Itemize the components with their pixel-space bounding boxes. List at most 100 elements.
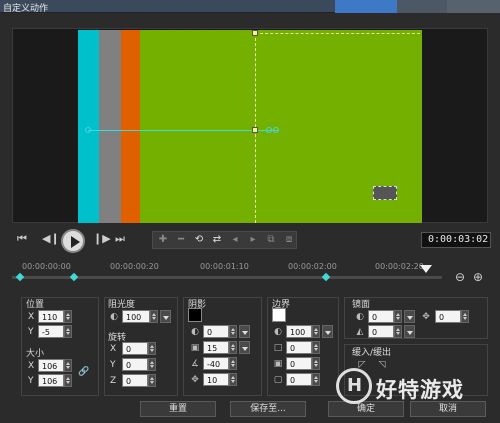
position-y-input[interactable]: -5 bbox=[38, 325, 64, 338]
border-corner-spinner[interactable] bbox=[312, 373, 320, 386]
shadow-angle-spinner[interactable] bbox=[229, 357, 237, 370]
position-y-label: Y bbox=[28, 327, 34, 337]
fade-out-icon[interactable]: ◹ bbox=[376, 359, 388, 371]
mirror-fade-dropdown[interactable] bbox=[404, 325, 415, 338]
timeline-label: 00:00:02:00 bbox=[288, 262, 337, 271]
playhead[interactable] bbox=[420, 265, 432, 273]
mirror-label: 镜面 bbox=[352, 300, 371, 310]
move-right-icon[interactable]: ▸ bbox=[245, 234, 261, 246]
border-blur-icon: ▣ bbox=[273, 359, 283, 369]
border-blur-input[interactable]: 0 bbox=[286, 357, 312, 370]
preview-canvas[interactable] bbox=[78, 30, 422, 223]
mirror-opacity-input[interactable]: 0 bbox=[368, 310, 394, 323]
rotation-y-label: Y bbox=[110, 360, 116, 370]
shadow-blur-input[interactable]: 15 bbox=[203, 341, 229, 354]
size-label: 大小 bbox=[26, 349, 45, 359]
border-opacity-dropdown[interactable] bbox=[322, 325, 333, 338]
overlay-object[interactable] bbox=[373, 186, 397, 200]
shadow-opacity-input[interactable]: 0 bbox=[203, 325, 229, 338]
play-button[interactable] bbox=[61, 229, 85, 253]
mirror-opacity-dropdown[interactable] bbox=[404, 310, 415, 323]
path-node[interactable] bbox=[85, 127, 91, 133]
shadow-color-swatch[interactable] bbox=[188, 308, 202, 322]
reset-button[interactable]: 重置 bbox=[140, 401, 216, 417]
shadow-blur-dropdown[interactable] bbox=[239, 341, 250, 354]
link-icon[interactable]: 🔗 bbox=[78, 366, 90, 378]
border-width-spinner[interactable] bbox=[312, 341, 320, 354]
opacity-input[interactable]: 100 bbox=[122, 310, 150, 323]
paste-icon[interactable]: ⧈ bbox=[281, 234, 297, 246]
position-label: 位置 bbox=[26, 300, 45, 310]
size-x-spinner[interactable] bbox=[64, 359, 72, 372]
motion-path bbox=[88, 130, 278, 131]
copy-icon[interactable]: ⧉ bbox=[263, 234, 279, 246]
rotation-y-input[interactable]: 0 bbox=[122, 358, 148, 371]
border-width-input[interactable]: 0 bbox=[286, 341, 312, 354]
selection-guide bbox=[255, 33, 420, 34]
opacity-dropdown[interactable] bbox=[160, 310, 171, 323]
rotation-z-input[interactable]: 0 bbox=[122, 374, 148, 387]
border-corner-input[interactable]: 0 bbox=[286, 373, 312, 386]
border-opacity-spinner[interactable] bbox=[312, 325, 320, 338]
shadow-blur-spinner[interactable] bbox=[229, 341, 237, 354]
remove-keyframe-icon[interactable]: ━ bbox=[173, 234, 189, 246]
opacity-spinner[interactable] bbox=[150, 310, 158, 323]
position-y-spinner[interactable] bbox=[64, 325, 72, 338]
mirror-distance-spinner[interactable] bbox=[461, 310, 469, 323]
zoom-out-icon[interactable]: ⊖ bbox=[455, 270, 465, 284]
rotation-x-input[interactable]: 0 bbox=[122, 342, 148, 355]
add-keyframe-icon[interactable]: ✚ bbox=[155, 234, 171, 246]
opacity-icon: ◐ bbox=[110, 312, 118, 322]
reverse-icon[interactable]: ⟲ bbox=[191, 234, 207, 246]
rotation-z-spinner[interactable] bbox=[148, 374, 156, 387]
next-frame-icon[interactable]: ❙▶ bbox=[93, 232, 111, 245]
shadow-distance-spinner[interactable] bbox=[229, 373, 237, 386]
timeline-label: 00:00:01:10 bbox=[200, 262, 249, 271]
background-tab bbox=[447, 0, 500, 13]
move-left-icon[interactable]: ◂ bbox=[227, 234, 243, 246]
watermark-text: 好特游戏 bbox=[376, 378, 464, 402]
title-bar: 自定义动作 bbox=[0, 0, 500, 14]
path-node[interactable] bbox=[273, 127, 279, 133]
mirror-opacity-spinner[interactable] bbox=[394, 310, 402, 323]
rotation-y-spinner[interactable] bbox=[148, 358, 156, 371]
color-bar-orange bbox=[121, 30, 140, 223]
corner-handle[interactable] bbox=[252, 30, 258, 36]
mirror-fade-spinner[interactable] bbox=[394, 325, 402, 338]
watermark-logo-letter: H bbox=[347, 375, 363, 396]
shadow-opacity-spinner[interactable] bbox=[229, 325, 237, 338]
shadow-angle-input[interactable]: -40 bbox=[203, 357, 229, 370]
go-to-start-icon[interactable]: ⏮ bbox=[17, 232, 27, 246]
shadow-distance-icon: ✥ bbox=[191, 375, 199, 385]
opacity-label: 阻光度 bbox=[108, 300, 136, 310]
mirror-distance-input[interactable]: 0 bbox=[435, 310, 461, 323]
background-tab bbox=[397, 0, 447, 13]
keyframe-toolbar: ✚ ━ ⟲ ⇄ ◂ ▸ ⧉ ⧈ bbox=[152, 231, 297, 249]
size-x-label: X bbox=[28, 361, 35, 371]
center-handle[interactable] bbox=[252, 127, 258, 133]
path-node[interactable] bbox=[266, 127, 272, 133]
border-width-icon: □ bbox=[273, 343, 283, 353]
zoom-in-icon[interactable]: ⊕ bbox=[473, 270, 483, 284]
shadow-blur-icon: ▣ bbox=[190, 343, 200, 353]
position-x-spinner[interactable] bbox=[64, 310, 72, 323]
size-x-input[interactable]: 106 bbox=[38, 359, 64, 372]
save-to-button[interactable]: 保存至... bbox=[230, 401, 306, 417]
mirror-fade-input[interactable]: 0 bbox=[368, 325, 394, 338]
border-color-swatch[interactable] bbox=[272, 308, 286, 322]
border-blur-spinner[interactable] bbox=[312, 357, 320, 370]
swap-icon[interactable]: ⇄ bbox=[209, 234, 225, 246]
mirror-distance-icon: ✥ bbox=[422, 312, 430, 322]
rotation-x-spinner[interactable] bbox=[148, 342, 156, 355]
timecode-display[interactable]: 0:00:03:02 bbox=[421, 232, 491, 248]
go-to-end-icon[interactable]: ⏭ bbox=[115, 232, 125, 246]
position-x-input[interactable]: 110 bbox=[38, 310, 64, 323]
size-y-input[interactable]: 106 bbox=[38, 374, 64, 387]
size-y-label: Y bbox=[28, 376, 34, 386]
timeline-label: 00:00:00:20 bbox=[110, 262, 159, 271]
shadow-opacity-dropdown[interactable] bbox=[239, 325, 250, 338]
size-y-spinner[interactable] bbox=[64, 374, 72, 387]
previous-frame-icon[interactable]: ◀❙ bbox=[42, 232, 60, 245]
border-opacity-input[interactable]: 100 bbox=[286, 325, 312, 338]
shadow-distance-input[interactable]: 10 bbox=[203, 373, 229, 386]
